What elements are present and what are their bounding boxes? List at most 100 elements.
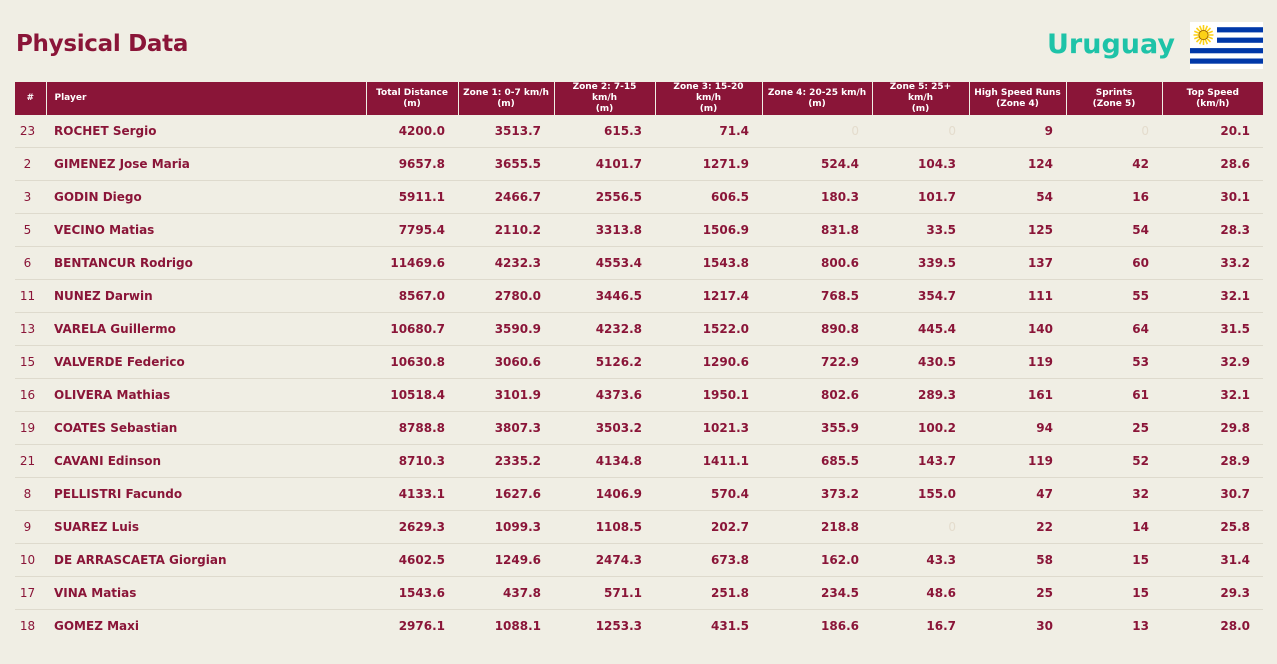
cell-sprints: 25: [1066, 411, 1162, 445]
cell-sprints: 32: [1066, 477, 1162, 511]
cell-zone-5: 289.3: [872, 378, 969, 412]
table-row: 5 VECINO Matias 7795.4 2110.2 3313.8 1506.9 83…: [15, 213, 1263, 247]
cell-zone-2: 1406.9: [554, 477, 655, 511]
cell-player: NUNEZ Darwin: [46, 279, 366, 313]
cell-total-distance: 9657.8: [366, 147, 458, 181]
table-row: 21 CAVANI Edinson 8710.3 2335.2 4134.8 1411.1…: [15, 444, 1263, 478]
header-number[interactable]: #: [15, 82, 47, 115]
cell-zone-5: 445.4: [872, 312, 969, 346]
physical-data-table: # Player Total Distance (m) Zone 1: 0-7 …: [15, 82, 1263, 642]
cell-top-speed: 28.9: [1162, 444, 1263, 478]
cell-high-speed-runs: 161: [969, 378, 1066, 412]
cell-total-distance: 5911.1: [366, 180, 458, 214]
header-total-distance[interactable]: Total Distance (m): [366, 82, 459, 115]
cell-total-distance: 11469.6: [366, 246, 458, 280]
table-row: 3 GODIN Diego 5911.1 2466.7 2556.5 606.5 180.3…: [15, 180, 1263, 214]
cell-top-speed: 32.1: [1162, 279, 1263, 313]
cell-zone-3: 1217.4: [655, 279, 762, 313]
cell-zone-5: 354.7: [872, 279, 969, 313]
cell-zone-4: 0: [762, 115, 872, 148]
cell-zone-3: 1950.1: [655, 378, 762, 412]
cell-zone-3: 1271.9: [655, 147, 762, 181]
cell-zone-2: 4553.4: [554, 246, 655, 280]
cell-total-distance: 4200.0: [366, 115, 458, 148]
table-row: 11 NUNEZ Darwin 8567.0 2780.0 3446.5 1217.4 76…: [15, 279, 1263, 313]
cell-zone-5: 430.5: [872, 345, 969, 379]
cell-sprints: 13: [1132, 619, 1149, 633]
header-zone-5[interactable]: Zone 5: 25+ km/h (m): [872, 82, 970, 115]
cell-zone-1: 3590.9: [458, 312, 554, 346]
cell-zone-3: 1021.3: [655, 411, 762, 445]
cell-high-speed-runs: 9: [969, 115, 1066, 148]
cell-zone-4: 802.6: [762, 378, 872, 412]
cell-high-speed-runs: 125: [969, 213, 1066, 247]
header-zone-1[interactable]: Zone 1: 0-7 km/h (m): [458, 82, 555, 115]
cell-number: 13: [15, 312, 46, 346]
cell-zone-5: 339.5: [872, 246, 969, 280]
header-zone-4[interactable]: Zone 4: 20-25 km/h (m): [762, 82, 873, 115]
table-row: 9 SUAREZ Luis 2629.3 1099.3 1108.5 202.7 218.8…: [15, 510, 1263, 544]
cell-zone-1: 1627.6: [458, 477, 554, 511]
cell-zone-1: 3101.9: [458, 378, 554, 412]
cell-zone-5: 33.5: [872, 213, 969, 247]
cell-zone-2: 2474.3: [554, 543, 655, 577]
cell-number: 16: [15, 378, 46, 412]
cell-zone-3: 606.5: [655, 180, 762, 214]
header-zone-3[interactable]: Zone 3: 15-20 km/h (m): [655, 82, 763, 115]
cell-zone-1: 3807.3: [458, 411, 554, 445]
cell-zone-5: 16.7: [926, 619, 956, 633]
cell-total-distance: 8710.3: [366, 444, 458, 478]
cell-player: BENTANCUR Rodrigo: [46, 246, 366, 280]
header-zone-2[interactable]: Zone 2: 7-15 km/h (m): [554, 82, 656, 115]
table-row: 8 PELLISTRI Facundo 4133.1 1627.6 1406.9 570.…: [15, 477, 1263, 511]
table-row: 19 COATES Sebastian 8788.8 3807.3 3503.2 1021…: [15, 411, 1263, 445]
cell-total-distance: 4133.1: [366, 477, 458, 511]
cell-zone-3: 1522.0: [655, 312, 762, 346]
cell-zone-1: 2335.2: [458, 444, 554, 478]
header-high-speed-runs[interactable]: High Speed Runs (Zone 4): [969, 82, 1067, 115]
cell-number: 23: [15, 115, 46, 148]
cell-sprints: 60: [1066, 246, 1162, 280]
cell-player: CAVANI Edinson: [46, 444, 366, 478]
cell-zone-4: 355.9: [762, 411, 872, 445]
cell-zone-4: 831.8: [762, 213, 872, 247]
cell-zone-3: 1506.9: [655, 213, 762, 247]
cell-high-speed-runs: 119: [969, 444, 1066, 478]
cell-top-speed: 33.2: [1162, 246, 1263, 280]
cell-high-speed-runs: 30: [1036, 619, 1053, 633]
cell-zone-2: 1253.3: [595, 619, 642, 633]
cell-zone-4: 234.5: [762, 576, 872, 610]
cell-high-speed-runs: 119: [969, 345, 1066, 379]
cell-zone-3: 570.4: [655, 477, 762, 511]
cell-total-distance: 8567.0: [366, 279, 458, 313]
cell-top-speed: 25.8: [1162, 510, 1263, 544]
cell-zone-4: 685.5: [762, 444, 872, 478]
cell-player: OLIVERA Mathias: [46, 378, 366, 412]
cell-high-speed-runs: 25: [969, 576, 1066, 610]
cell-zone-4: 218.8: [762, 510, 872, 544]
cell-number: 5: [15, 213, 46, 247]
cell-zone-5: 143.7: [872, 444, 969, 478]
cell-high-speed-runs: 54: [969, 180, 1066, 214]
country-name: Uruguay: [1047, 29, 1175, 60]
cell-zone-5: 0: [872, 115, 969, 148]
cell-high-speed-runs: 94: [969, 411, 1066, 445]
cell-number: 11: [15, 279, 46, 313]
uruguay-flag-icon: [1190, 22, 1263, 69]
cell-sprints: 53: [1066, 345, 1162, 379]
cell-zone-2: 2556.5: [554, 180, 655, 214]
cell-total-distance: 2976.1: [398, 619, 445, 633]
cell-zone-5: 43.3: [872, 543, 969, 577]
header-sprints[interactable]: Sprints (Zone 5): [1066, 82, 1163, 115]
cell-zone-5: 104.3: [872, 147, 969, 181]
cell-top-speed: 28.0: [1220, 619, 1250, 633]
cell-zone-3: 673.8: [655, 543, 762, 577]
header-player[interactable]: Player: [46, 82, 367, 115]
cell-zone-2: 571.1: [554, 576, 655, 610]
cell-player: COATES Sebastian: [46, 411, 366, 445]
header-top-speed[interactable]: Top Speed (km/h): [1162, 82, 1263, 115]
cell-zone-4: 768.5: [762, 279, 872, 313]
cell-player: VECINO Matias: [46, 213, 366, 247]
cell-zone-1: 2110.2: [458, 213, 554, 247]
cell-high-speed-runs: 111: [969, 279, 1066, 313]
